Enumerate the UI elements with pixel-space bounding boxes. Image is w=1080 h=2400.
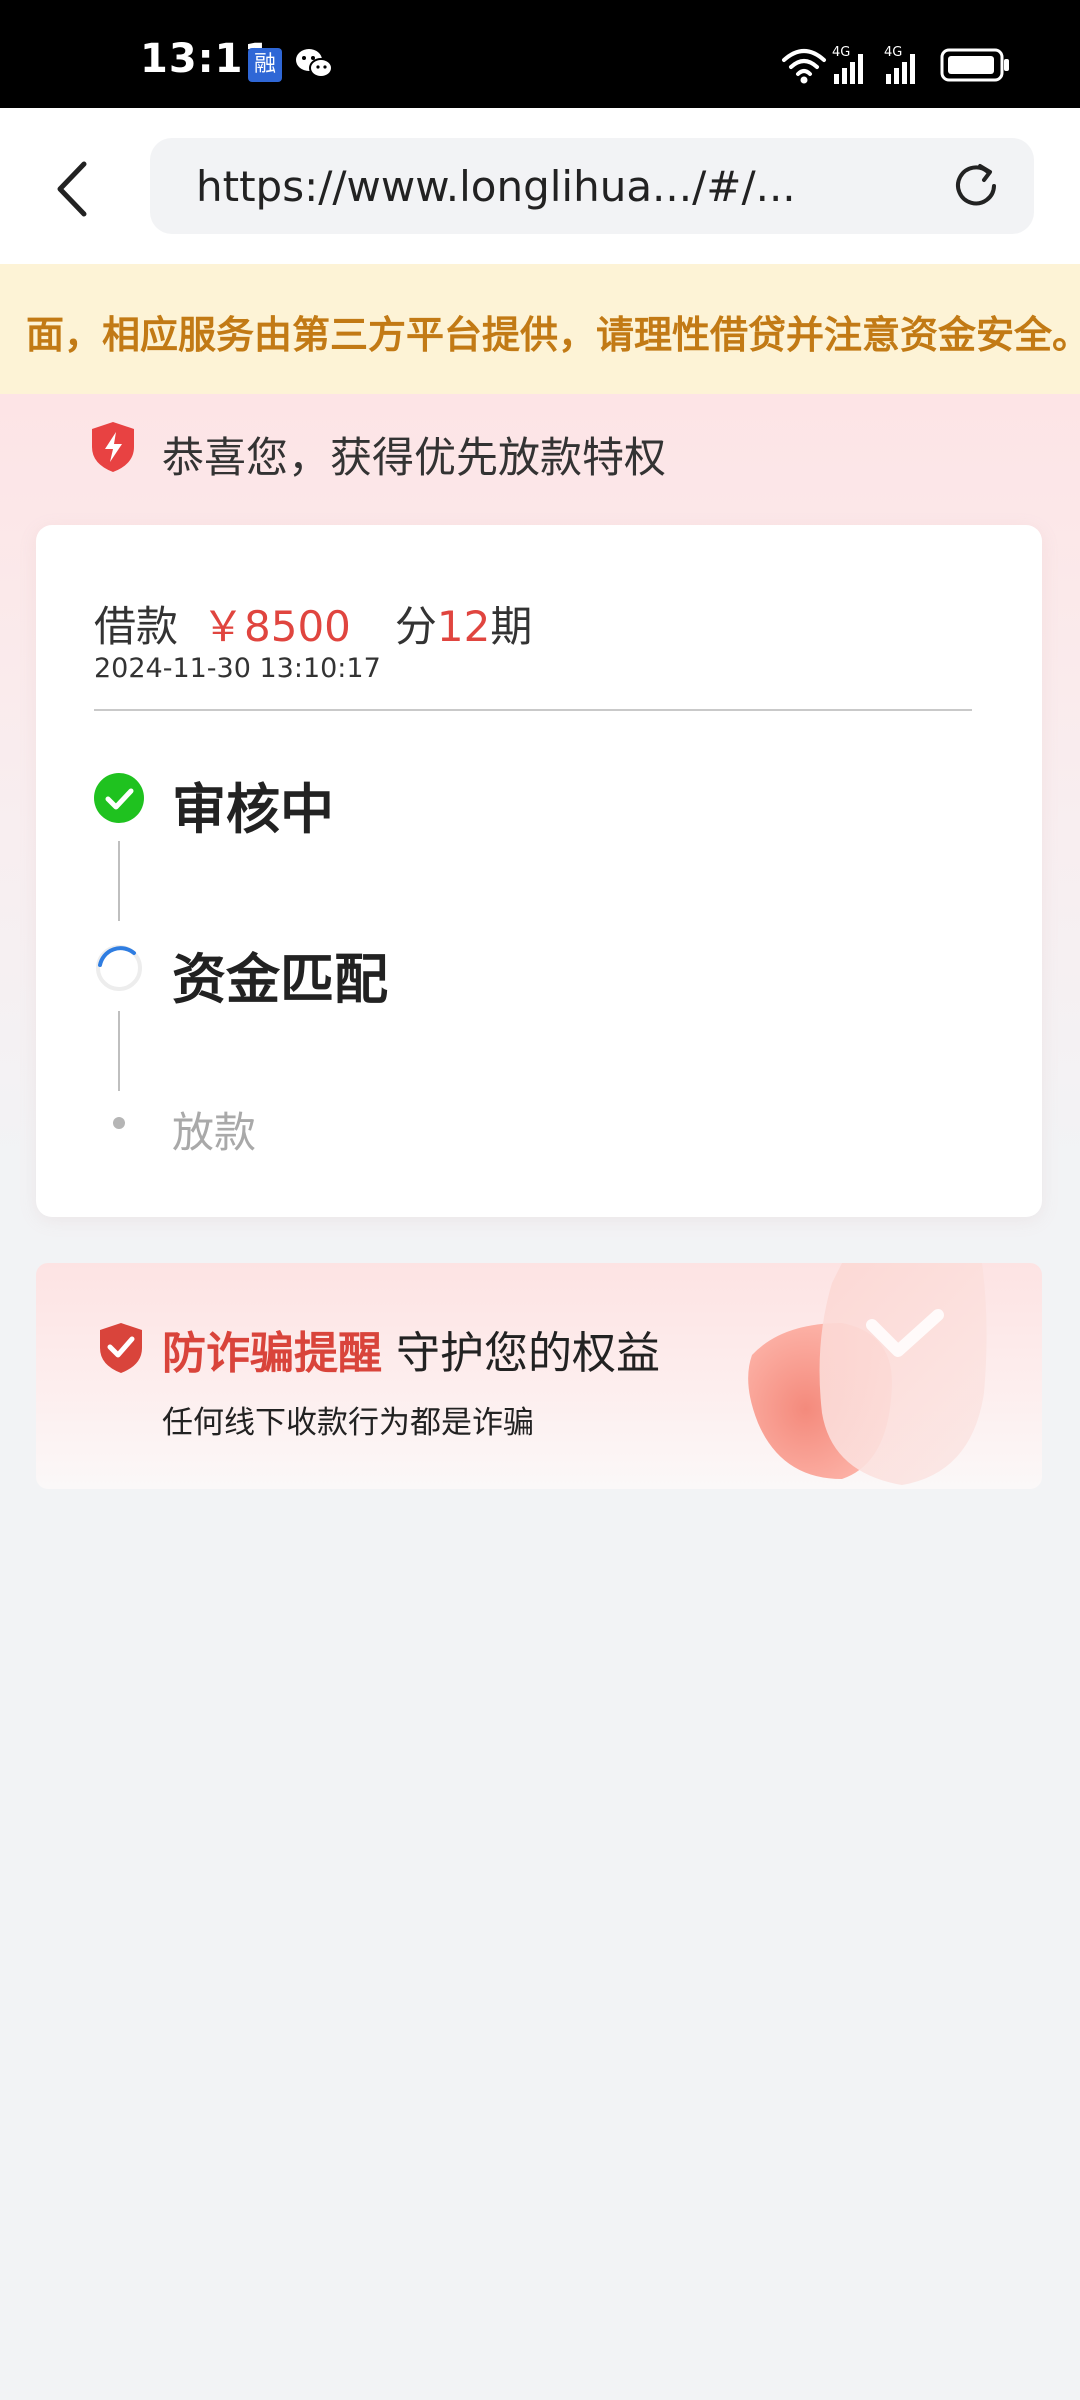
reload-icon[interactable]: [948, 158, 1004, 214]
loan-label: 借款: [94, 602, 179, 651]
svg-text:4G: 4G: [884, 45, 902, 60]
loan-timestamp: 2024-11-30 13:10:17: [94, 653, 381, 684]
term-count: 12: [436, 602, 491, 651]
congrats-text: 恭喜您，获得优先放款特权: [162, 433, 667, 482]
back-arrow-icon[interactable]: [48, 154, 98, 224]
rong-app-icon: 融: [248, 48, 282, 82]
wechat-icon: [296, 49, 333, 78]
check-circle-icon: [94, 773, 144, 823]
anti-fraud-title-red: 防诈骗提醒: [162, 1328, 382, 1379]
divider: [94, 709, 972, 711]
anti-fraud-title-dark: 守护您的权益: [396, 1328, 660, 1379]
step-label-review: 审核中: [172, 778, 334, 841]
step-connector: [118, 1011, 120, 1091]
anti-fraud-subtitle: 任何线下收款行为都是诈骗: [162, 1405, 534, 1441]
notice-banner: 面，相应服务由第三方平台提供，请理性借贷并注意资金安全。: [0, 264, 1080, 394]
step-label-disbursement: 放款: [172, 1108, 257, 1157]
loan-progress-card: 借款 ￥8500 分12期 2024-11-30 13:10:17 审核中 资金匹配…: [36, 525, 1042, 1217]
status-icons: 4G 4G: [782, 45, 1009, 84]
step-connector: [118, 841, 120, 921]
notice-text: 面，相应服务由第三方平台提供，请理性借贷并注意资金安全。: [25, 313, 1080, 357]
browser-toolbar: https://www.longlihua.../#/...: [0, 108, 1080, 266]
wifi-icon: [782, 49, 826, 76]
address-bar[interactable]: https://www.longlihua.../#/...: [150, 138, 1034, 234]
status-bar: 13:11 融 4G 4G: [0, 0, 1080, 108]
term-suffix: 期: [490, 602, 533, 651]
battery-icon: [940, 48, 1009, 82]
svg-text:4G: 4G: [832, 45, 850, 60]
lightning-shield-icon: [92, 422, 134, 472]
pending-dot-icon: [113, 1117, 125, 1129]
anti-fraud-card: 防诈骗提醒 守护您的权益 任何线下收款行为都是诈骗: [36, 1263, 1042, 1489]
shield-check-icon: [100, 1323, 142, 1373]
loan-amount: ￥8500: [202, 602, 351, 651]
shield-illustration-icon: [748, 1263, 987, 1485]
loading-spinner-icon: [96, 945, 142, 991]
term-prefix: 分: [394, 602, 437, 651]
url-text[interactable]: https://www.longlihua.../#/...: [196, 162, 796, 211]
loan-summary: 借款 ￥8500 分12期: [94, 593, 532, 654]
anti-fraud-title: 防诈骗提醒 守护您的权益: [162, 1317, 660, 1381]
step-label-matching: 资金匹配: [172, 948, 388, 1011]
